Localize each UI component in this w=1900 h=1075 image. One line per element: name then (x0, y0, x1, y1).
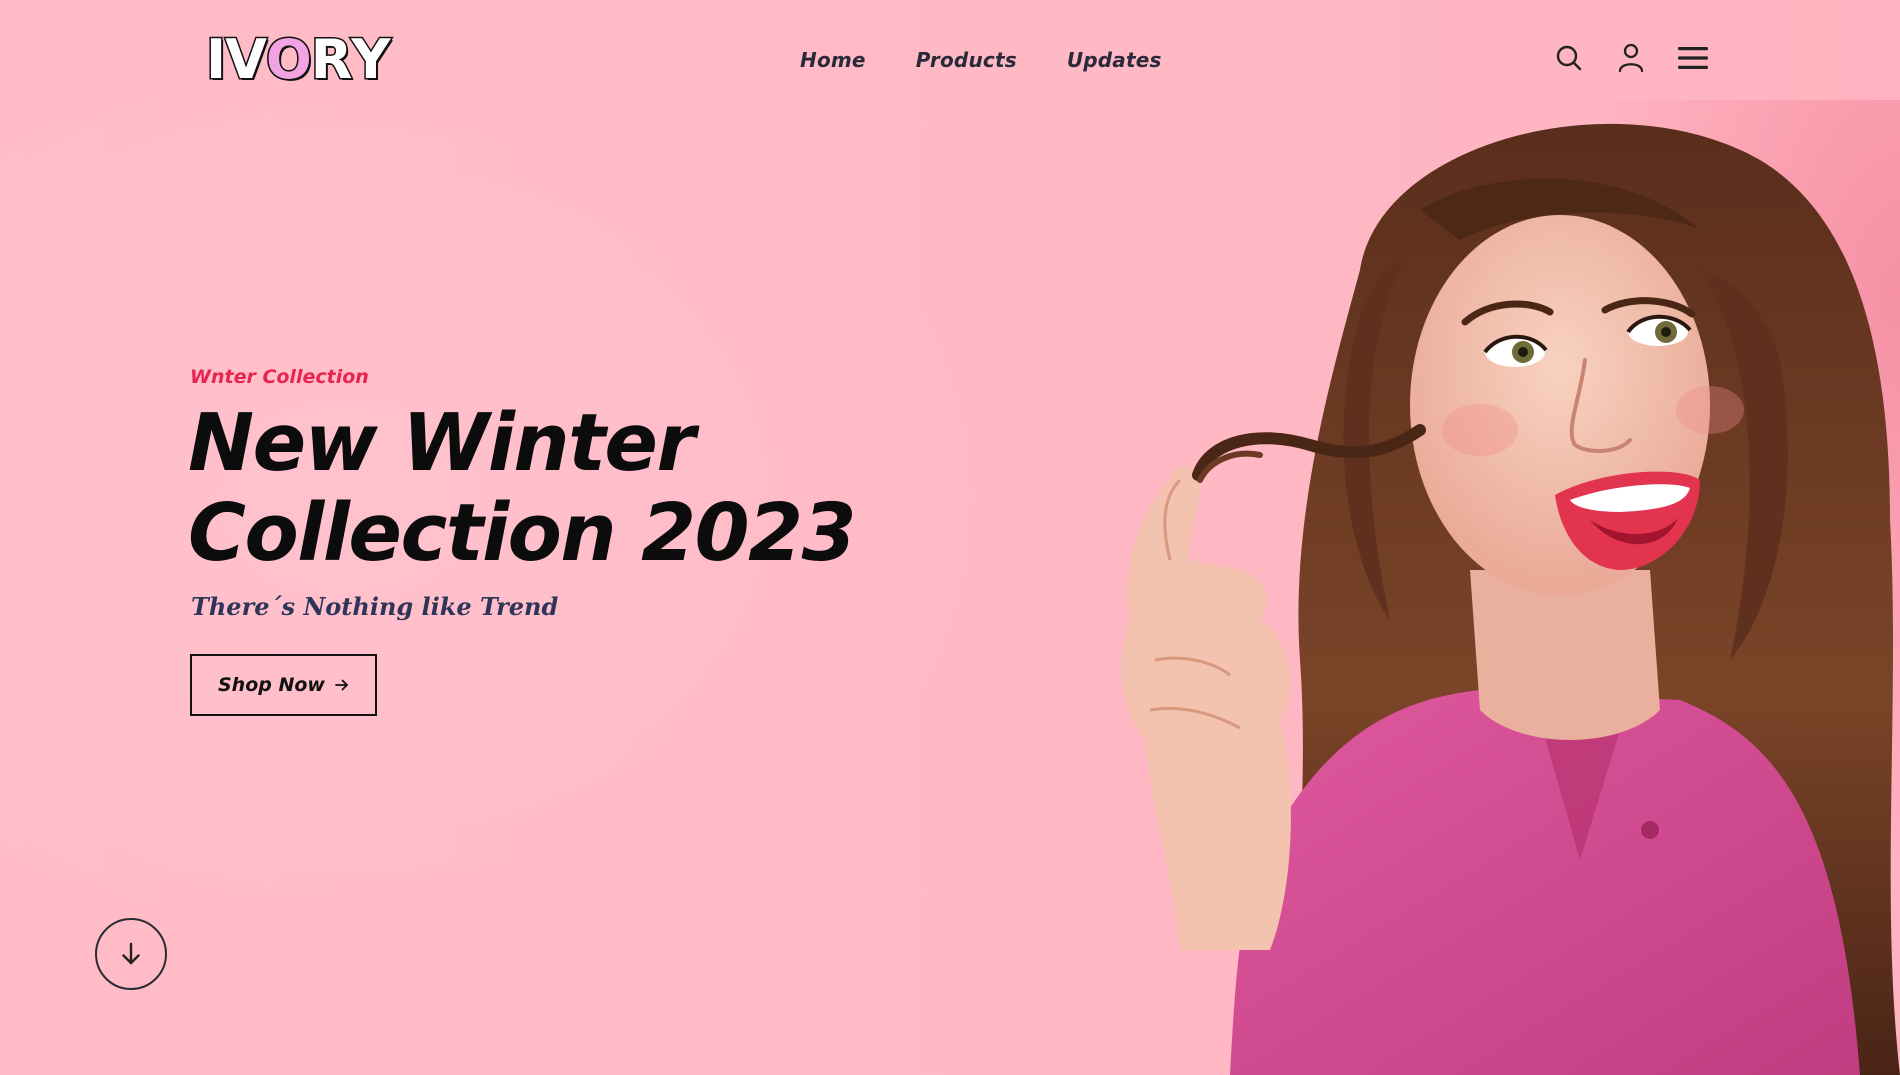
logo-letter: V (224, 28, 269, 91)
logo-letter-accent: O (264, 28, 313, 91)
user-icon (1618, 43, 1644, 73)
headline-line-1: New Winter (188, 397, 695, 489)
nav-link-products[interactable]: Products (916, 48, 1017, 72)
header-actions (1553, 42, 1709, 74)
search-icon (1556, 45, 1582, 71)
headline-line-2: Collection 2023 (188, 487, 857, 579)
menu-icon (1678, 47, 1708, 69)
hero-tagline: There´s Nothing like Trend (191, 592, 559, 621)
main-nav: Home Products Updates (800, 48, 1162, 72)
model-photo (1121, 100, 1900, 1075)
account-button[interactable] (1615, 42, 1647, 74)
logo-letter: I (204, 28, 227, 91)
nav-link-updates[interactable]: Updates (1067, 48, 1162, 72)
nav-link-home[interactable]: Home (800, 48, 866, 72)
logo-letter: Y (350, 28, 392, 91)
hero-headline: New Winter Collection 2023 (188, 398, 948, 578)
search-button[interactable] (1553, 42, 1585, 74)
scroll-down-button[interactable] (95, 918, 167, 990)
shop-now-button[interactable]: Shop Now (190, 654, 377, 716)
hero-page: I V O R Y Home Products Updates Wnter Co… (0, 0, 1900, 1075)
hero-eyebrow: Wnter Collection (190, 366, 369, 388)
shop-now-label: Shop Now (218, 674, 325, 696)
logo-letter: R (309, 28, 354, 91)
arrow-right-icon (335, 679, 348, 691)
menu-button[interactable] (1677, 42, 1709, 74)
arrow-down-icon (122, 942, 140, 965)
brand-logo[interactable]: I V O R Y (204, 28, 392, 92)
